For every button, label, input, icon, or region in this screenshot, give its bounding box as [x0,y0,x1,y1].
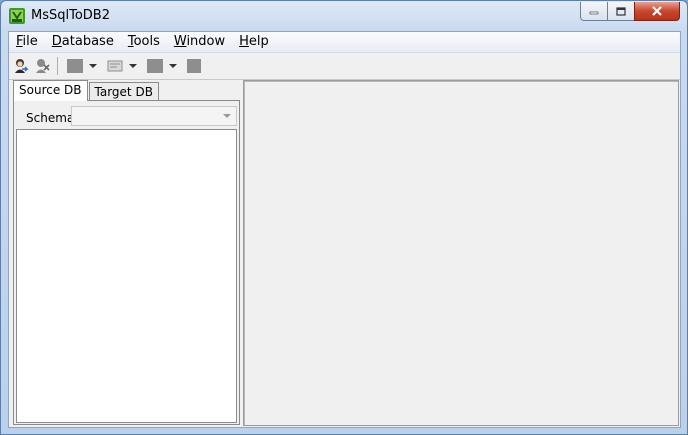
menu-file[interactable]: File [9,32,45,52]
window-title: MsSqlToDB2 [31,8,110,23]
tool-4-icon [187,59,201,73]
tool-3-button[interactable] [147,57,177,75]
close-button[interactable] [634,2,680,21]
close-icon [652,6,662,16]
title-bar[interactable]: MsSqlToDB2 [1,1,687,31]
menu-help[interactable]: Help [232,32,276,52]
tool-2-icon [107,60,123,72]
schema-tree[interactable] [16,129,237,423]
connect-button[interactable] [13,57,29,75]
tab-panel: Schema [13,100,240,425]
database-navigator: Source DB Target DB Schema [11,80,241,426]
schema-label: Schema [26,111,75,125]
tool-1-button[interactable] [67,57,97,75]
tab-target-db[interactable]: Target DB [88,82,159,101]
tool-1-icon [67,59,83,73]
main-workspace [243,80,679,426]
tool-3-icon [147,59,163,73]
minimize-icon [589,11,599,15]
maximize-button[interactable] [607,2,635,21]
chevron-down-icon [129,64,137,68]
toolbar-separator [57,57,58,75]
tab-source-db[interactable]: Source DB [13,80,88,101]
app-window: MsSqlToDB2 File Database Tools Window He… [0,0,688,435]
menu-tools[interactable]: Tools [121,32,167,52]
menu-window[interactable]: Window [167,32,232,52]
minimize-button[interactable] [580,2,608,21]
chevron-down-icon [89,64,97,68]
client-area: File Database Tools Window Help Source D… [8,31,681,428]
tool-2-button[interactable] [107,57,137,75]
maximize-icon [616,6,626,16]
connect-user-icon [15,59,29,73]
disconnect-button[interactable] [34,57,50,75]
chevron-down-icon [223,114,231,118]
toolbar [9,53,680,80]
schema-select[interactable] [71,106,237,126]
menu-database[interactable]: Database [45,32,121,52]
disconnect-icon [36,59,50,73]
db-tabs: Source DB Target DB [13,80,160,102]
menu-bar: File Database Tools Window Help [9,32,680,53]
chevron-down-icon [169,64,177,68]
db-transfer-icon [9,8,25,24]
tool-4-button[interactable] [187,57,201,75]
